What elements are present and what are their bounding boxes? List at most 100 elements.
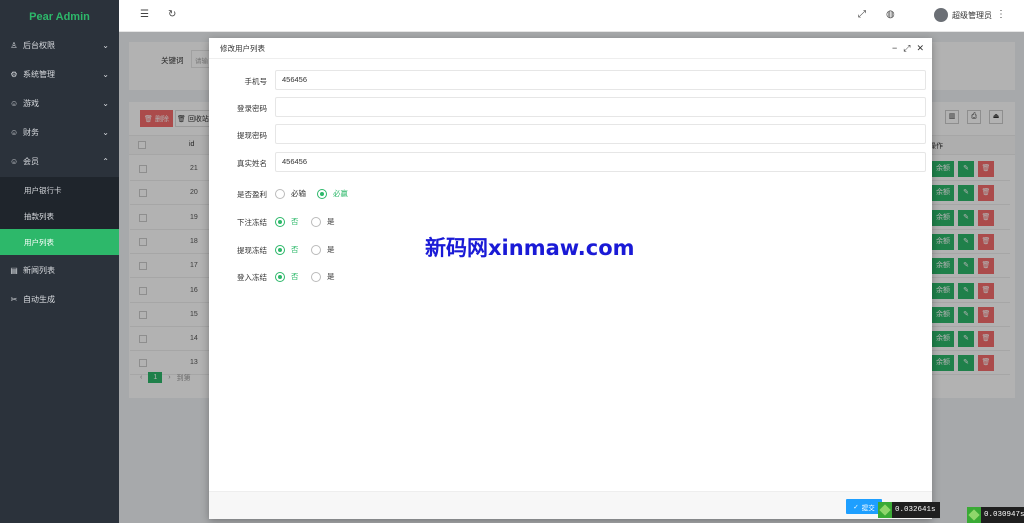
submit-button[interactable]: ✓ 提交 xyxy=(846,499,882,514)
bet-freeze-label: 下注冻结 xyxy=(237,218,267,227)
radio-circle xyxy=(311,216,321,227)
radio-label: 必赢 xyxy=(333,189,348,198)
timer-value: 0.032641s xyxy=(895,506,936,514)
user-name: 超级管理员 xyxy=(952,10,992,20)
avatar xyxy=(934,8,948,22)
radio-label: 必输 xyxy=(291,189,306,198)
bet-freeze-yes-radio[interactable]: 是 xyxy=(311,216,335,227)
withdraw-freeze-yes-radio[interactable]: 是 xyxy=(311,244,335,255)
watermark-text: 新码网xinmaw.com xyxy=(425,236,635,260)
news-icon: ▤ xyxy=(10,265,18,275)
radio-circle xyxy=(275,188,285,199)
chevron-up-icon: ⌃ xyxy=(102,157,109,166)
sidebar-item-news[interactable]: ▤ 新闻列表 xyxy=(0,256,119,285)
menu-toggle-icon[interactable]: ☰ xyxy=(140,9,149,21)
radio-label: 否 xyxy=(291,245,299,254)
debug-timer: 0.030947s xyxy=(967,507,1024,523)
phone-input[interactable]: 456456 xyxy=(275,70,926,90)
realname-input[interactable]: 456456 xyxy=(275,152,926,172)
sidebar-item-codegen[interactable]: ✂ 自动生成 xyxy=(0,285,119,314)
tool-icon: ✂ xyxy=(10,294,18,304)
profit-lose-radio[interactable]: 必输 xyxy=(275,188,306,199)
sidebar: Pear Admin ♙ 后台权限 ⌄ ⚙ 系统管理 ⌄ ☺ 游戏 ⌄ ☺ 财务… xyxy=(0,0,119,523)
login-password-input[interactable] xyxy=(275,97,926,117)
timer-value: 0.030947s xyxy=(984,511,1024,519)
sidebar-item-label: 财务 xyxy=(23,128,39,137)
profit-row: 是否盈利 必输 必赢 xyxy=(209,183,932,205)
login-freeze-row: 登入冻结 否 是 xyxy=(209,266,932,288)
chevron-down-icon: ⌄ xyxy=(102,128,109,137)
close-icon[interactable]: ✕ xyxy=(916,43,924,54)
login-freeze-label: 登入冻结 xyxy=(237,273,267,282)
sidebar-item-permissions[interactable]: ♙ 后台权限 ⌄ xyxy=(0,31,119,60)
realname-label: 真实姓名 xyxy=(237,159,267,168)
radio-label: 是 xyxy=(327,217,335,226)
radio-circle xyxy=(275,271,285,282)
phone-label: 手机号 xyxy=(244,77,268,86)
refresh-icon[interactable]: ↻ xyxy=(168,9,176,21)
minimize-icon[interactable]: − xyxy=(892,43,897,54)
withdraw-password-row: 提现密码 xyxy=(209,124,932,146)
sidebar-item-system[interactable]: ⚙ 系统管理 ⌄ xyxy=(0,60,119,89)
fullscreen-icon[interactable]: ⤢ xyxy=(858,9,866,21)
withdraw-freeze-no-radio[interactable]: 否 xyxy=(275,244,299,255)
login-password-label: 登录密码 xyxy=(237,104,267,113)
radio-label: 否 xyxy=(291,272,299,281)
chevron-down-icon: ⌄ xyxy=(102,70,109,79)
withdraw-password-input[interactable] xyxy=(275,124,926,144)
bet-freeze-row: 下注冻结 否 是 xyxy=(209,211,932,233)
debug-timer: 0.032641s xyxy=(878,502,940,518)
sidebar-subitem-user-list[interactable]: 用户列表 xyxy=(0,229,119,255)
chevron-down-icon: ⌄ xyxy=(102,41,109,50)
sidebar-item-label: 后台权限 xyxy=(23,41,55,50)
smile-icon: ☺ xyxy=(10,98,19,108)
sidebar-item-label: 游戏 xyxy=(23,99,39,108)
dialog-controls: − ⤢ ✕ xyxy=(892,43,924,54)
sidebar-item-label: 抽款列表 xyxy=(24,211,54,221)
sidebar-item-label: 自动生成 xyxy=(23,295,55,304)
top-bar: ☰ ↻ ⤢ ◍ 超级管理员 ⋮ xyxy=(119,0,1024,32)
radio-circle xyxy=(275,216,285,227)
sidebar-item-label: 会员 xyxy=(23,157,39,166)
more-vertical-icon[interactable]: ⋮ xyxy=(996,9,1006,21)
radio-label: 是 xyxy=(327,245,335,254)
app-logo: Pear Admin xyxy=(29,11,90,23)
maximize-icon[interactable]: ⤢ xyxy=(903,43,910,54)
sidebar-item-game[interactable]: ☺ 游戏 ⌄ xyxy=(0,89,119,118)
sidebar-item-label: 用户银行卡 xyxy=(24,185,62,195)
login-freeze-no-radio[interactable]: 否 xyxy=(275,271,299,282)
realname-row: 真实姓名 456456 xyxy=(209,152,932,174)
dialog-header: 修改用户列表 xyxy=(209,38,932,59)
sidebar-subitem-bank-card[interactable]: 用户银行卡 xyxy=(0,177,119,203)
check-icon: ✓ xyxy=(853,503,859,511)
radio-label: 否 xyxy=(291,217,299,226)
dialog-footer: ✓ 提交 xyxy=(209,491,932,519)
bet-freeze-no-radio[interactable]: 否 xyxy=(275,216,299,227)
radio-circle xyxy=(311,244,321,255)
login-freeze-yes-radio[interactable]: 是 xyxy=(311,271,335,282)
submit-label: 提交 xyxy=(861,504,875,512)
phone-row: 手机号 456456 xyxy=(209,70,932,92)
user-icon: ♙ xyxy=(10,40,18,50)
leaf-icon xyxy=(878,502,892,518)
edit-user-dialog: 修改用户列表 − ⤢ ✕ 手机号 456456 登录密码 提现密码 真实姓名 4… xyxy=(209,38,932,519)
sidebar-item-label: 系统管理 xyxy=(23,70,55,79)
login-password-row: 登录密码 xyxy=(209,97,932,119)
radio-label: 是 xyxy=(327,272,335,281)
chevron-down-icon: ⌄ xyxy=(102,99,109,108)
sidebar-item-label: 用户列表 xyxy=(24,237,54,247)
sidebar-item-finance[interactable]: ☺ 财务 ⌄ xyxy=(0,118,119,147)
withdraw-password-label: 提现密码 xyxy=(237,131,267,140)
leaf-icon xyxy=(967,507,981,523)
radio-circle xyxy=(275,244,285,255)
user-menu[interactable]: 超级管理员 xyxy=(934,8,992,22)
sidebar-item-member[interactable]: ☺ 会员 ⌃ xyxy=(0,147,119,176)
sidebar-subitem-withdraw-list[interactable]: 抽款列表 xyxy=(0,203,119,229)
globe-icon[interactable]: ◍ xyxy=(886,9,895,21)
dialog-title: 修改用户列表 xyxy=(220,43,265,53)
smile-icon: ☺ xyxy=(10,127,19,137)
profit-win-radio[interactable]: 必赢 xyxy=(317,188,348,199)
withdraw-freeze-label: 提现冻结 xyxy=(237,246,267,255)
sidebar-item-label: 新闻列表 xyxy=(23,266,55,275)
radio-circle xyxy=(317,188,327,199)
